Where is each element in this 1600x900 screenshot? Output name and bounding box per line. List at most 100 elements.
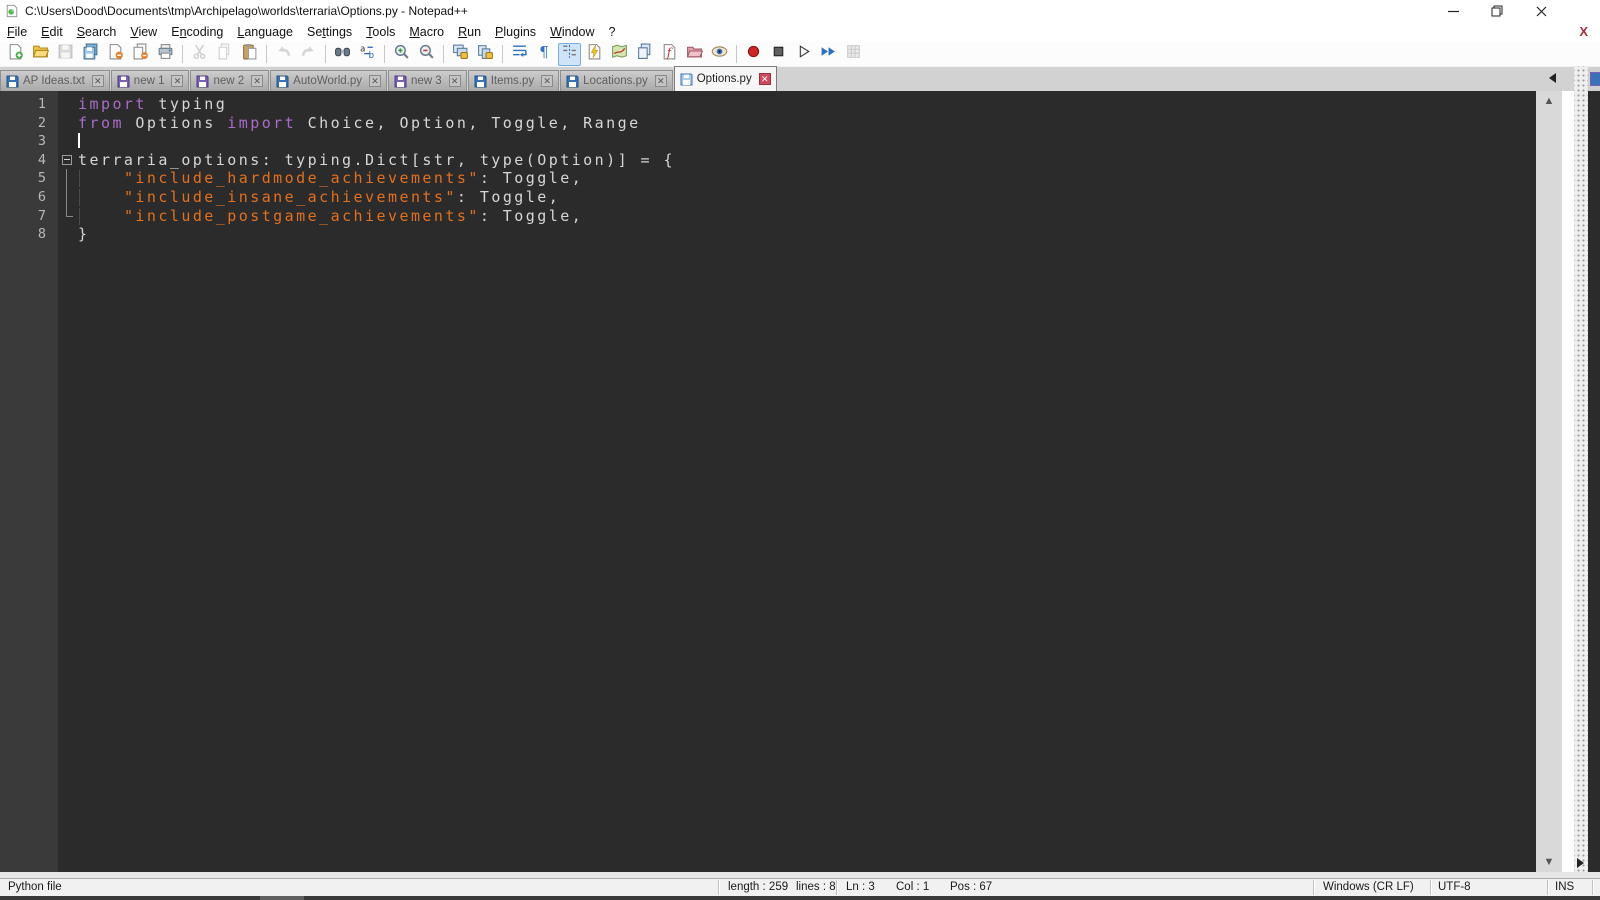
menu-run[interactable]: Run xyxy=(451,22,488,42)
menu-tools[interactable]: Tools xyxy=(359,22,402,42)
tab-label: new 3 xyxy=(411,75,442,87)
map-button[interactable] xyxy=(608,43,631,66)
tab-items.py[interactable]: Items.py ✕ xyxy=(467,70,560,91)
paste-icon xyxy=(241,43,258,65)
minimize-button[interactable] xyxy=(1436,0,1470,22)
folder-icon xyxy=(686,43,704,65)
find-button[interactable] xyxy=(331,43,354,66)
menu-settings[interactable]: Settings xyxy=(300,22,359,42)
menu-encoding[interactable]: Encoding xyxy=(164,22,230,42)
status-eol-format[interactable]: Windows (CR LF) xyxy=(1323,879,1414,896)
documents-button[interactable] xyxy=(633,43,656,66)
print-icon xyxy=(157,43,174,65)
folder-button[interactable] xyxy=(683,43,706,66)
splitter-arrow-icon[interactable] xyxy=(1577,858,1584,868)
window-title: C:\Users\Dood\Documents\tmp\Archipelago\… xyxy=(25,4,468,18)
tab-new-3[interactable]: new 3 ✕ xyxy=(388,70,467,91)
record-macro-button[interactable] xyxy=(742,43,765,66)
menu-macro[interactable]: Macro xyxy=(402,22,451,42)
tab-close-icon[interactable]: ✕ xyxy=(369,75,381,87)
code-text: "include_insane_achievements": Toggle, xyxy=(78,188,560,207)
open-file-button[interactable] xyxy=(29,43,52,66)
code-line: 1 import typing xyxy=(0,95,1536,114)
tab-close-icon[interactable]: ✕ xyxy=(654,75,667,87)
new-file-button[interactable] xyxy=(4,43,27,66)
close-doc-button[interactable] xyxy=(104,43,127,66)
fold-line-icon xyxy=(58,187,78,207)
macro-save-button[interactable] xyxy=(842,43,865,66)
tab-close-icon[interactable]: ✕ xyxy=(171,75,184,87)
stop-macro-button[interactable] xyxy=(767,43,790,66)
floppy-disk-icon xyxy=(680,73,693,86)
close-button[interactable] xyxy=(1524,0,1558,22)
documents-icon xyxy=(636,43,653,65)
save-all-button[interactable] xyxy=(79,43,102,66)
tab-new-1[interactable]: new 1 ✕ xyxy=(110,70,190,91)
tab-autoworld.py[interactable]: AutoWorld.py ✕ xyxy=(270,70,387,91)
sync-scroll-horizontal-button[interactable] xyxy=(474,43,497,66)
fast-forward-button[interactable] xyxy=(817,43,840,66)
zoom-out-button[interactable] xyxy=(415,43,438,66)
scroll-down-icon[interactable]: ▼ xyxy=(1536,854,1562,870)
paste-button[interactable] xyxy=(238,43,261,66)
undo-button[interactable] xyxy=(272,43,295,66)
tab-options.py[interactable]: Options.py ✕ xyxy=(673,66,777,91)
menu-file[interactable]: File xyxy=(0,22,34,42)
tab-scroll-left-icon[interactable] xyxy=(1549,73,1556,83)
menu-search[interactable]: Search xyxy=(70,22,124,42)
function-list-button[interactable]: f xyxy=(658,43,681,66)
floppy-disk-icon xyxy=(474,75,487,88)
menubar-close-icon[interactable]: X xyxy=(1579,22,1588,42)
tab-locations.py[interactable]: Locations.py ✕ xyxy=(560,70,673,91)
text-caret xyxy=(78,133,80,149)
eye-button[interactable] xyxy=(708,43,731,66)
lightning-doc-button[interactable] xyxy=(583,43,606,66)
close-all-icon xyxy=(132,43,149,65)
macro-save-icon xyxy=(845,43,862,65)
tab-close-icon[interactable]: ✕ xyxy=(448,75,461,87)
tab-close-icon[interactable]: ✕ xyxy=(251,75,264,87)
sync-scroll-vertical-button[interactable] xyxy=(449,43,472,66)
tab-new-2[interactable]: new 2 ✕ xyxy=(190,70,270,91)
tab-close-icon[interactable]: ✕ xyxy=(758,73,771,85)
line-number: 2 xyxy=(37,114,46,131)
tab-close-icon[interactable]: ✕ xyxy=(91,75,104,87)
indent-guide-button[interactable] xyxy=(558,42,581,66)
sync-scroll-horizontal-icon xyxy=(477,43,494,65)
save-button[interactable] xyxy=(54,43,77,66)
status-typing-mode[interactable]: INS xyxy=(1555,879,1574,896)
toolbar-separator xyxy=(502,45,503,63)
tab-ap-ideas.txt[interactable]: AP Ideas.txt ✕ xyxy=(0,70,110,91)
show-all-chars-button[interactable]: ¶ xyxy=(533,43,556,66)
fold-minus-icon[interactable] xyxy=(58,151,78,170)
copy-button[interactable] xyxy=(213,43,236,66)
tab-label: Locations.py xyxy=(583,75,648,87)
status-encoding[interactable]: UTF-8 xyxy=(1438,879,1471,896)
code-editor[interactable]: 1 import typing 2 from Options import Choic… xyxy=(0,91,1536,872)
menu-plugins[interactable]: Plugins xyxy=(488,22,543,42)
tab-close-icon[interactable]: ✕ xyxy=(541,75,554,87)
menu-?[interactable]: ? xyxy=(602,22,623,42)
cut-button[interactable] xyxy=(188,43,211,66)
close-all-button[interactable] xyxy=(129,43,152,66)
scroll-up-icon[interactable]: ▲ xyxy=(1536,93,1562,109)
redo-icon xyxy=(300,43,317,65)
taskbar-sliver xyxy=(0,896,1600,900)
zoom-in-button[interactable] xyxy=(390,43,413,66)
floppy-disk-icon xyxy=(6,75,19,88)
menu-language[interactable]: Language xyxy=(230,22,300,42)
menu-edit[interactable]: Edit xyxy=(34,22,70,42)
map-icon xyxy=(611,43,628,65)
redo-button[interactable] xyxy=(297,43,320,66)
menu-view[interactable]: View xyxy=(123,22,164,42)
floppy-disk-icon xyxy=(566,75,579,88)
line-number: 6 xyxy=(37,188,46,205)
replace-button[interactable]: ab xyxy=(356,43,379,66)
play-macro-button[interactable] xyxy=(792,43,815,66)
restore-button[interactable] xyxy=(1480,0,1514,22)
print-button[interactable] xyxy=(154,43,177,66)
word-wrap-button[interactable] xyxy=(508,43,531,66)
view-splitter-grip[interactable] xyxy=(1574,66,1588,872)
vertical-scrollbar[interactable]: ▲ ▼ xyxy=(1536,91,1562,872)
menu-window[interactable]: Window xyxy=(543,22,601,42)
